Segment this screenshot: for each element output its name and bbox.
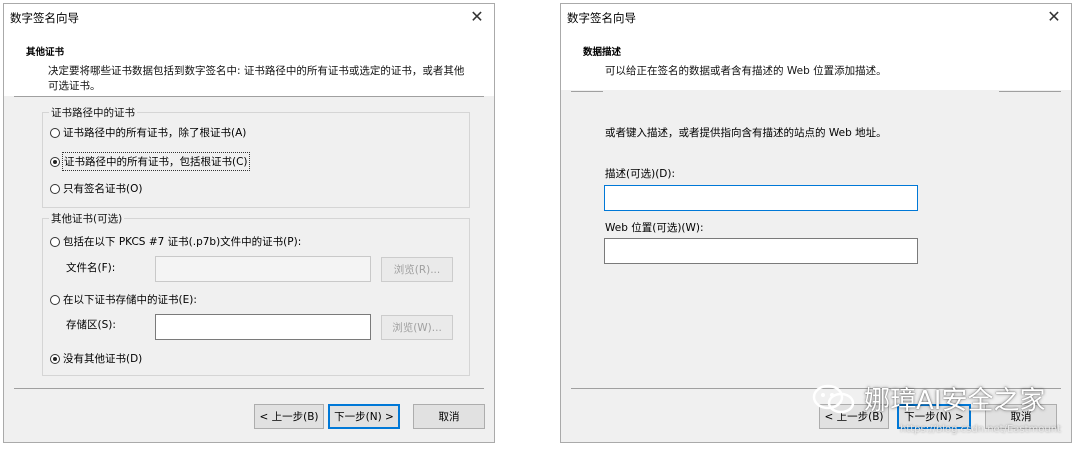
back-button[interactable]: < 上一步(B): [254, 404, 324, 429]
description-input[interactable]: [604, 185, 918, 211]
radio-cert-store[interactable]: 在以下证书存储中的证书(E):: [50, 292, 197, 307]
cancel-button[interactable]: 取消: [413, 404, 485, 429]
file-name-label: 文件名(F):: [66, 262, 116, 274]
radio-icon: [50, 183, 60, 194]
group-chain-certs-label: 证书路径中的证书: [49, 105, 137, 120]
radio-signing-only[interactable]: 只有签名证书(O): [50, 181, 142, 196]
watermark-url: https://blog.csdn.net/Eastmount: [900, 424, 1062, 435]
header-divider: [14, 96, 484, 97]
group-additional-certs-label: 其他证书(可选): [49, 211, 125, 226]
wechat-icon: [812, 384, 855, 413]
radio-no-other-certs[interactable]: 没有其他证书(D): [50, 351, 142, 366]
footer-divider: [14, 388, 484, 389]
radio-selected-icon: [50, 156, 60, 167]
radio-label: 证书路径中的所有证书，包括根证书(C): [62, 152, 250, 171]
radio-label: 在以下证书存储中的证书(E):: [63, 294, 197, 306]
window-title: 数字签名向导: [567, 11, 636, 25]
page-description: 决定要将哪些证书数据包括到数字签名中: 证书路径中的所有证书或选定的证书，或者其…: [48, 65, 465, 92]
header-divider-right: [999, 91, 1061, 92]
radio-all-except-root[interactable]: 证书路径中的所有证书，除了根证书(A): [50, 125, 246, 140]
title-bar[interactable]: 数字签名向导 ✕: [4, 4, 494, 30]
radio-icon: [50, 127, 60, 138]
dialog-data-description: 数字签名向导 ✕ 数据描述 可以给正在签名的数据或者含有描述的 Web 位置添加…: [560, 3, 1072, 443]
web-location-input[interactable]: [604, 238, 918, 264]
radio-icon: [50, 294, 60, 305]
window-title: 数字签名向导: [10, 11, 79, 25]
watermark-text: 娜璋AI安全之家: [864, 386, 1046, 416]
page-title: 数据描述: [583, 47, 622, 58]
radio-label: 包括在以下 PKCS #7 证书(.p7b)文件中的证书(P):: [63, 236, 302, 248]
header-divider-left: [571, 91, 603, 92]
body-text: 或者键入描述，或者提供指向含有描述的站点的 Web 地址。: [605, 127, 887, 139]
dialog-other-certificates: 数字签名向导 ✕ 其他证书 决定要将哪些证书数据包括到数字签名中: 证书路径中的…: [3, 3, 495, 443]
file-name-input[interactable]: [155, 256, 371, 282]
page-description: 可以给正在签名的数据或者含有描述的 Web 位置添加描述。: [605, 65, 887, 77]
close-icon[interactable]: ✕: [460, 4, 494, 30]
web-location-label: Web 位置(可选)(W):: [605, 222, 704, 234]
page-title: 其他证书: [26, 47, 65, 58]
radio-all-including-root[interactable]: 证书路径中的所有证书，包括根证书(C): [50, 152, 250, 171]
next-button[interactable]: 下一步(N) >: [328, 404, 400, 429]
watermark: 娜璋AI安全之家: [812, 380, 1045, 417]
store-label: 存储区(S):: [66, 319, 116, 331]
wizard-header: 数据描述 可以给正在签名的数据或者含有描述的 Web 位置添加描述。: [561, 30, 1071, 90]
radio-label: 只有签名证书(O): [63, 183, 143, 195]
radio-label: 没有其他证书(D): [63, 353, 143, 365]
radio-selected-icon: [50, 353, 60, 364]
radio-label: 证书路径中的所有证书，除了根证书(A): [63, 127, 247, 139]
wizard-header: 其他证书 决定要将哪些证书数据包括到数字签名中: 证书路径中的所有证书或选定的证…: [4, 30, 494, 96]
radio-icon: [50, 236, 60, 247]
close-icon[interactable]: ✕: [1037, 4, 1071, 30]
title-bar[interactable]: 数字签名向导 ✕: [561, 4, 1071, 30]
browse-store-button[interactable]: 浏览(W)...: [381, 315, 453, 340]
description-label: 描述(可选)(D):: [605, 168, 676, 180]
store-input[interactable]: [155, 314, 371, 340]
browse-file-button[interactable]: 浏览(R)...: [381, 257, 453, 282]
radio-pkcs7-file[interactable]: 包括在以下 PKCS #7 证书(.p7b)文件中的证书(P):: [50, 234, 301, 249]
